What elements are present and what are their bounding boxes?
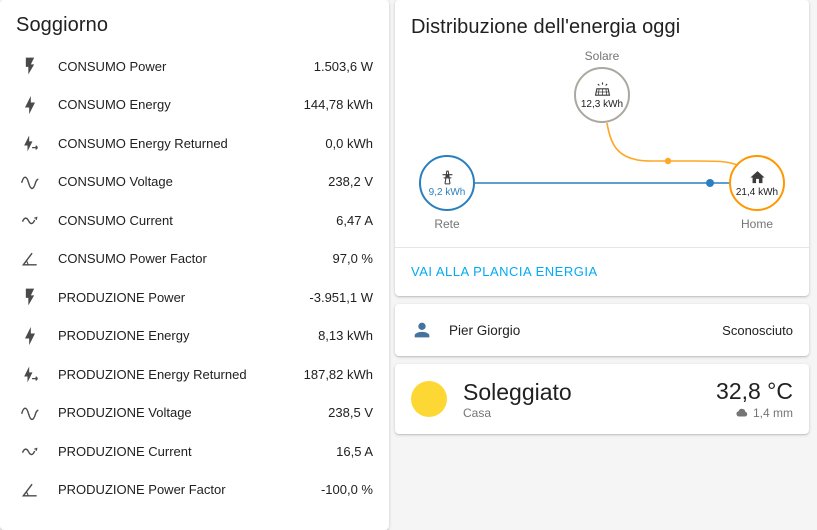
solar-node-value: 12,3 kWh	[580, 98, 624, 110]
account-icon	[411, 319, 433, 341]
person-name: Pier Giorgio	[449, 322, 521, 338]
sensor-value: 16,5 A	[336, 443, 373, 459]
lightning-bolt-icon	[20, 95, 40, 115]
home-node-value: 21,4 kWh	[735, 186, 779, 198]
sensor-label: CONSUMO Voltage	[58, 174, 173, 190]
sensor-row-produzione-energy[interactable]: PRODUZIONE Energy 8,13 kWh	[16, 317, 373, 356]
angle-acute-icon	[20, 249, 40, 269]
energy-flow-diagram: Solare 12,3 kWh 9,2 kWh Rete 21,4 kWh Ho…	[411, 49, 793, 237]
lightning-return-icon	[20, 133, 40, 153]
sensor-value: -3.951,1 W	[309, 289, 373, 305]
sensor-row-produzione-power[interactable]: PRODUZIONE Power -3.951,1 W	[16, 278, 373, 317]
solar-power-icon	[594, 81, 611, 98]
grid-node-value: 9,2 kWh	[428, 186, 466, 198]
sine-wave-icon	[20, 172, 40, 192]
sensor-label: PRODUZIONE Energy Returned	[58, 366, 247, 382]
home-icon	[749, 169, 766, 186]
sunny-icon	[411, 381, 447, 418]
solar-node[interactable]: 12,3 kWh	[574, 67, 630, 123]
sensors-card: Soggiorno CONSUMO Power 1.503,6 W CONSUM…	[0, 0, 389, 530]
weather-precipitation-value: 1,4 mm	[752, 406, 793, 421]
sensor-value: 8,13 kWh	[318, 328, 373, 344]
sensor-label: CONSUMO Power Factor	[58, 251, 207, 267]
sensor-value: 238,2 V	[328, 174, 373, 190]
current-ac-icon	[20, 441, 40, 461]
energy-link-row: VAI ALLA PLANCIA ENERGIA	[395, 247, 809, 296]
sensor-label: CONSUMO Energy Returned	[58, 135, 228, 151]
lightning-return-icon	[20, 364, 40, 384]
sensor-value: 187,82 kWh	[303, 366, 373, 382]
sensor-label: CONSUMO Energy	[58, 97, 171, 113]
grid-flow-dot	[706, 179, 714, 187]
sensor-value: 97,0 %	[332, 251, 373, 267]
person-status: Sconosciuto	[722, 322, 793, 338]
solar-flow-dot	[664, 157, 672, 165]
sensor-value: -100,0 %	[320, 482, 373, 498]
sensor-label: PRODUZIONE Current	[58, 443, 192, 459]
sensor-value: 238,5 V	[328, 405, 373, 421]
solar-node-label: Solare	[584, 49, 620, 63]
sensor-row-consumo-power-factor[interactable]: CONSUMO Power Factor 97,0 %	[16, 240, 373, 279]
sensor-row-produzione-current[interactable]: PRODUZIONE Current 16,5 A	[16, 432, 373, 471]
transmission-tower-icon	[439, 169, 456, 186]
sensor-row-consumo-voltage[interactable]: CONSUMO Voltage 238,2 V	[16, 163, 373, 202]
sensor-label: PRODUZIONE Power	[58, 289, 186, 305]
weather-temperature-block: 32,8 °C 1,4 mm	[716, 378, 793, 420]
grid-node[interactable]: 9,2 kWh	[419, 155, 475, 211]
person-card[interactable]: Pier Giorgio Sconosciuto	[395, 304, 809, 356]
sine-wave-icon	[20, 403, 40, 423]
sensor-value: 6,47 A	[336, 212, 373, 228]
weather-condition: Soleggiato	[463, 378, 572, 405]
sensor-row-produzione-power-factor[interactable]: PRODUZIONE Power Factor -100,0 %	[16, 471, 373, 510]
right-column: Distribuzione dell'energia oggi Solare 1…	[395, 0, 809, 500]
weather-precipitation: 1,4 mm	[716, 406, 793, 420]
sensor-row-consumo-power[interactable]: CONSUMO Power 1.503,6 W	[16, 47, 373, 86]
weather-condition-block: Soleggiato Casa	[463, 379, 716, 420]
sensor-row-produzione-voltage[interactable]: PRODUZIONE Voltage 238,5 V	[16, 394, 373, 433]
sensor-label: CONSUMO Current	[58, 212, 173, 228]
sensor-label: PRODUZIONE Energy	[58, 328, 190, 344]
weather-location: Casa	[463, 405, 492, 420]
sensor-row-consumo-current[interactable]: CONSUMO Current 6,47 A	[16, 201, 373, 240]
sensor-label: PRODUZIONE Power Factor	[58, 482, 226, 498]
weather-card[interactable]: Soleggiato Casa 32,8 °C 1,4 mm	[395, 364, 809, 435]
energy-card-title: Distribuzione dell'energia oggi	[411, 16, 681, 38]
sensor-row-consumo-energy[interactable]: CONSUMO Energy 144,78 kWh	[16, 86, 373, 125]
sensor-row-produzione-energy-returned[interactable]: PRODUZIONE Energy Returned 187,82 kWh	[16, 355, 373, 394]
energy-dashboard-link[interactable]: VAI ALLA PLANCIA ENERGIA	[411, 264, 598, 279]
weather-temperature: 32,8 °C	[716, 378, 793, 404]
rain-cloud-icon	[735, 406, 749, 420]
home-node-label: Home	[740, 217, 773, 231]
sensor-value: 0,0 kWh	[325, 135, 373, 151]
sensor-label: PRODUZIONE Voltage	[58, 405, 192, 421]
sensor-value: 1.503,6 W	[313, 58, 373, 74]
sensor-label: CONSUMO Power	[58, 58, 167, 74]
flash-icon	[20, 287, 40, 307]
sensor-value: 144,78 kWh	[303, 97, 373, 113]
home-node[interactable]: 21,4 kWh	[729, 155, 785, 211]
energy-distribution-card: Distribuzione dell'energia oggi Solare 1…	[395, 0, 809, 296]
card-title-soggiorno: Soggiorno	[16, 14, 109, 36]
flash-icon	[20, 56, 40, 76]
angle-acute-icon	[20, 480, 40, 500]
lightning-bolt-icon	[20, 326, 40, 346]
grid-node-label: Rete	[434, 217, 460, 231]
current-ac-icon	[20, 210, 40, 230]
sensor-row-consumo-energy-returned[interactable]: CONSUMO Energy Returned 0,0 kWh	[16, 124, 373, 163]
